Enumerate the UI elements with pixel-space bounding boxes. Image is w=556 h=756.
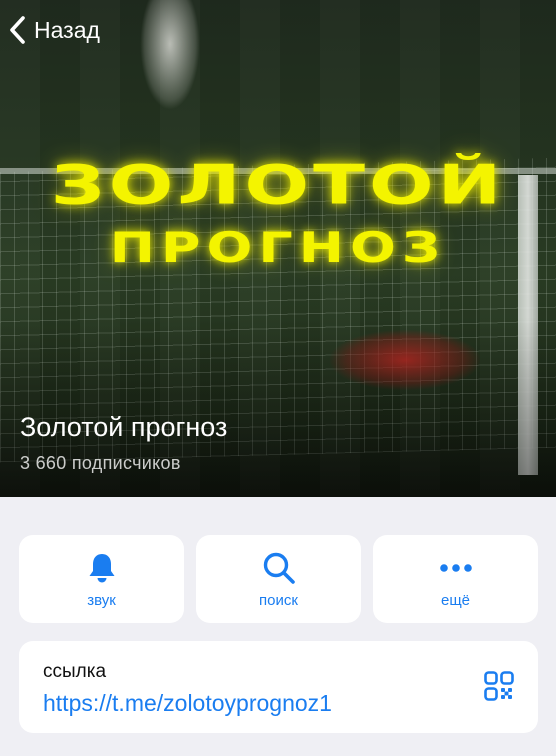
qr-code-icon[interactable] [484, 671, 514, 701]
chevron-left-icon [8, 15, 26, 45]
more-label: ещё [440, 591, 471, 609]
sound-label: звук [87, 591, 116, 609]
sound-button[interactable]: звук [19, 535, 184, 623]
channel-cover: ЗОЛОТОЙ ПРОГНОЗ Назад Золотой прогноз 3 … [0, 0, 556, 497]
subscriber-count: 3 660 подписчиков [20, 453, 181, 473]
back-button[interactable]: Назад [8, 12, 100, 48]
link-caption: ссылка [43, 661, 107, 682]
logo-text-line2: ПРОГНОЗ [109, 222, 447, 273]
more-button[interactable]: ещё [373, 535, 538, 623]
channel-link[interactable]: https://t.me/zolotoyprognoz1 [43, 690, 332, 717]
more-icon [439, 550, 473, 586]
search-icon [262, 550, 296, 586]
action-bar: звук поиск ещё [19, 535, 538, 623]
channel-title: Золотой прогноз [20, 412, 228, 442]
logo-text-line1: ЗОЛОТОЙ [50, 152, 506, 217]
search-label: поиск [259, 591, 298, 609]
back-label: Назад [34, 16, 100, 43]
bell-icon [87, 550, 117, 586]
search-button[interactable]: поиск [196, 535, 361, 623]
link-card: ссылка https://t.me/zolotoyprognoz1 [19, 641, 538, 733]
player-figure [140, 0, 200, 110]
